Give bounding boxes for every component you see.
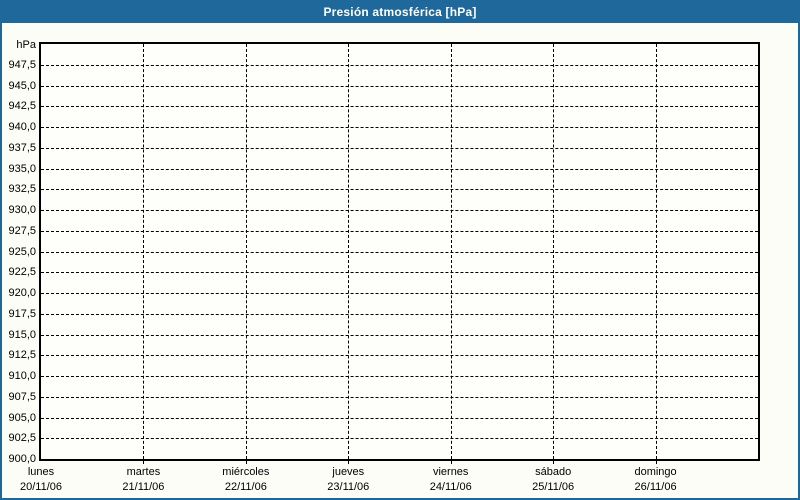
x-date-label: 23/11/06 xyxy=(327,481,370,493)
y-tick-label: 905,0 xyxy=(8,411,36,424)
y-tick-label: 947,5 xyxy=(8,58,36,71)
y-tick-label: 922,5 xyxy=(8,266,36,279)
y-tick-label: 930,0 xyxy=(8,204,36,216)
x-day-label: sábado xyxy=(535,466,572,478)
y-tick-label: 932,5 xyxy=(8,183,36,196)
y-tick-label: 902,5 xyxy=(8,432,36,445)
y-tick-label: 945,0 xyxy=(8,79,36,92)
horizontal-gridline xyxy=(41,272,758,274)
horizontal-gridline xyxy=(41,127,758,128)
x-axis-tick xyxy=(553,461,555,464)
horizontal-gridline xyxy=(41,334,758,336)
x-day-label: martes xyxy=(126,466,161,478)
x-date-label: 21/11/06 xyxy=(122,481,165,493)
horizontal-gridline xyxy=(41,438,758,440)
horizontal-gridline xyxy=(41,210,758,211)
y-tick-label: 900,0 xyxy=(8,453,36,465)
x-date-label: 22/11/06 xyxy=(224,481,267,493)
x-axis-tick xyxy=(450,461,452,464)
vertical-gridline xyxy=(245,44,247,459)
vertical-gridline xyxy=(143,44,145,459)
y-tick-label: 907,5 xyxy=(8,390,36,403)
horizontal-gridline xyxy=(41,417,758,419)
x-date-label: 25/11/06 xyxy=(532,481,575,493)
y-tick-label: 910,0 xyxy=(8,370,36,382)
horizontal-gridline xyxy=(41,85,758,87)
plot-area xyxy=(39,42,760,461)
x-day-label: viernes xyxy=(432,466,469,478)
horizontal-gridline xyxy=(41,230,758,232)
y-tick-label: 937,5 xyxy=(8,141,36,154)
x-date-label: 26/11/06 xyxy=(634,481,677,493)
x-date-label: 20/11/06 xyxy=(19,481,63,493)
horizontal-gridline xyxy=(41,64,758,66)
vertical-gridline xyxy=(450,44,452,459)
horizontal-gridline xyxy=(41,355,758,357)
horizontal-gridline xyxy=(41,251,758,253)
x-axis-tick xyxy=(348,461,350,464)
x-day-label: jueves xyxy=(332,466,365,478)
window-title-bar: Presión atmosférica [hPa] xyxy=(2,2,798,23)
y-tick-label: 942,5 xyxy=(8,100,36,113)
x-date-label: 24/11/06 xyxy=(429,481,472,493)
horizontal-gridline xyxy=(41,106,758,108)
x-day-label: domingo xyxy=(634,466,677,478)
x-axis-tick xyxy=(655,461,657,464)
pressure-chart-window: Presión atmosférica [hPa] hPa 947,5 945,0… xyxy=(0,0,800,500)
y-axis-unit-label: hPa xyxy=(16,39,36,51)
y-tick-label: 912,5 xyxy=(8,349,36,362)
y-tick-label: 925,0 xyxy=(8,245,36,258)
horizontal-gridline xyxy=(41,189,758,191)
y-tick-label: 927,5 xyxy=(8,224,36,237)
x-axis-tick xyxy=(143,461,145,464)
vertical-gridline xyxy=(655,44,657,459)
y-tick-label: 917,5 xyxy=(8,307,36,320)
vertical-gridline xyxy=(553,44,555,459)
y-tick-label: 940,0 xyxy=(8,121,36,133)
x-axis-tick xyxy=(245,461,247,464)
x-day-label: miércoles xyxy=(222,466,270,478)
horizontal-gridline xyxy=(41,396,758,398)
horizontal-gridline xyxy=(41,313,758,315)
horizontal-gridline xyxy=(41,147,758,149)
horizontal-gridline xyxy=(41,293,758,294)
y-tick-label: 915,0 xyxy=(8,328,36,341)
y-tick-label: 935,0 xyxy=(8,162,36,175)
vertical-gridline xyxy=(348,44,350,459)
horizontal-gridline xyxy=(41,376,758,377)
horizontal-gridline xyxy=(41,168,758,170)
x-day-label: lunes xyxy=(27,466,55,478)
y-tick-label: 920,0 xyxy=(8,287,36,299)
